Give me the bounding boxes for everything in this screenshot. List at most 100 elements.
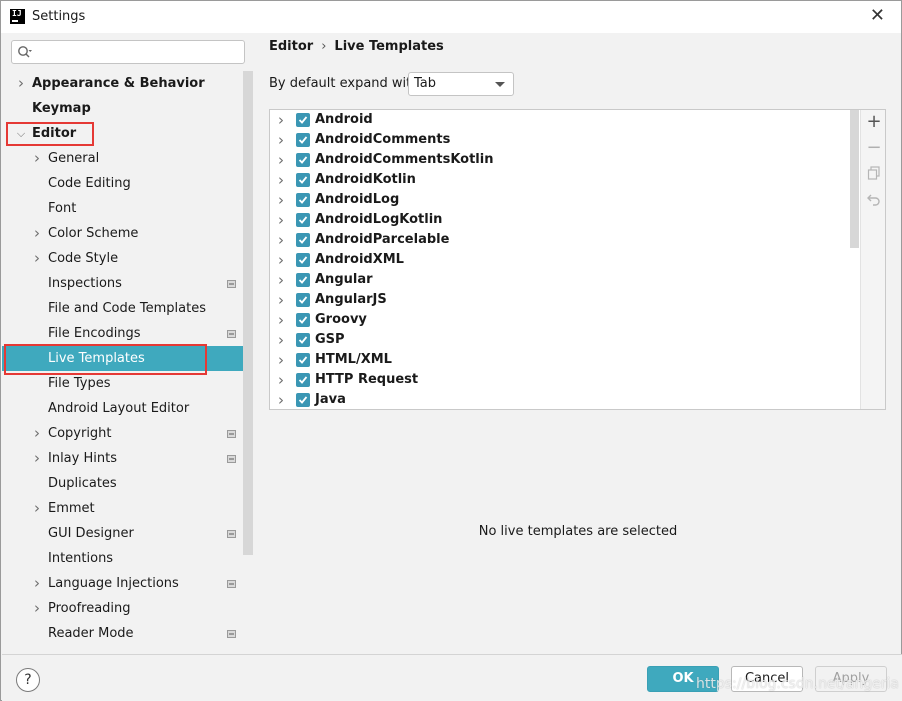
chevron-right-icon[interactable]: › xyxy=(278,270,284,290)
sidebar-scrollbar[interactable] xyxy=(243,71,253,555)
template-group-row[interactable]: › Android xyxy=(270,110,860,130)
chevron-right-icon[interactable]: › xyxy=(278,230,284,250)
template-group-row[interactable]: › AndroidKotlin xyxy=(270,170,860,190)
sidebar-item[interactable]: › Appearance & Behavior xyxy=(2,71,253,96)
remove-button[interactable]: − xyxy=(866,139,882,157)
sidebar-item[interactable]: File Encodings xyxy=(2,321,253,346)
watermark: https://blog.csdn.net/angeria xyxy=(696,676,899,692)
sidebar-item[interactable]: Inspections xyxy=(2,271,253,296)
checkbox-checked-icon[interactable] xyxy=(296,193,310,207)
sidebar-item[interactable]: Code Editing xyxy=(2,171,253,196)
dialog-footer: ? OK Cancel Apply https://blog.csdn.net/… xyxy=(2,654,902,701)
template-group-row[interactable]: › AndroidParcelable xyxy=(270,230,860,250)
chevron-right-icon[interactable]: › xyxy=(278,370,284,390)
no-selection-message: No live templates are selected xyxy=(254,524,902,539)
template-group-row[interactable]: › Angular xyxy=(270,270,860,290)
template-group-row[interactable]: › AngularJS xyxy=(270,290,860,310)
sidebar-item-label: Inspections xyxy=(48,276,122,291)
chevron-right-icon[interactable]: › xyxy=(32,421,42,446)
checkbox-checked-icon[interactable] xyxy=(296,293,310,307)
chevron-right-icon[interactable]: › xyxy=(16,71,26,96)
sidebar-item[interactable]: › General xyxy=(2,146,253,171)
template-group-label: Angular xyxy=(315,272,373,287)
sidebar-item[interactable]: › Inlay Hints xyxy=(2,446,253,471)
chevron-right-icon[interactable]: › xyxy=(278,110,284,130)
checkbox-checked-icon[interactable] xyxy=(296,213,310,227)
template-group-label: Android xyxy=(315,112,373,127)
template-group-row[interactable]: › AndroidComments xyxy=(270,130,860,150)
template-group-row[interactable]: › AndroidLogKotlin xyxy=(270,210,860,230)
chevron-right-icon[interactable]: › xyxy=(278,330,284,350)
title-bar: IJ Settings ✕ xyxy=(1,1,901,33)
add-button[interactable]: + xyxy=(866,113,882,131)
sidebar-item[interactable]: File and Code Templates xyxy=(2,296,253,321)
template-group-label: HTTP Request xyxy=(315,372,419,387)
template-group-row[interactable]: › HTTP Request xyxy=(270,370,860,390)
breadcrumb-current: Live Templates xyxy=(334,39,444,54)
chevron-right-icon[interactable]: › xyxy=(278,170,284,190)
template-group-label: AndroidCommentsKotlin xyxy=(315,152,494,167)
sidebar-item[interactable]: Duplicates xyxy=(2,471,253,496)
expand-with-select[interactable]: Tab xyxy=(408,72,514,96)
template-group-row[interactable]: › HTML/XML xyxy=(270,350,860,370)
sidebar-item[interactable]: GUI Designer xyxy=(2,521,253,546)
checkbox-checked-icon[interactable] xyxy=(296,113,310,127)
chevron-right-icon[interactable]: › xyxy=(278,290,284,310)
checkbox-checked-icon[interactable] xyxy=(296,333,310,347)
project-settings-icon xyxy=(227,530,236,538)
template-list-scrollbar[interactable] xyxy=(850,110,859,248)
checkbox-checked-icon[interactable] xyxy=(296,133,310,147)
checkbox-checked-icon[interactable] xyxy=(296,393,310,407)
template-group-row[interactable]: › Groovy xyxy=(270,310,860,330)
sidebar-item[interactable]: › Emmet xyxy=(2,496,253,521)
checkbox-checked-icon[interactable] xyxy=(296,353,310,367)
sidebar-item[interactable]: Reader Mode xyxy=(2,621,253,646)
chevron-right-icon[interactable]: › xyxy=(278,190,284,210)
template-group-row[interactable]: › AndroidCommentsKotlin xyxy=(270,150,860,170)
window-title: Settings xyxy=(32,9,86,24)
checkbox-checked-icon[interactable] xyxy=(296,373,310,387)
sidebar-item[interactable]: › Code Style xyxy=(2,246,253,271)
sidebar-item-label: Intentions xyxy=(48,551,114,566)
chevron-right-icon[interactable]: › xyxy=(278,390,284,409)
template-group-row[interactable]: › AndroidXML xyxy=(270,250,860,270)
search-input[interactable] xyxy=(11,40,245,64)
chevron-right-icon[interactable]: › xyxy=(32,571,42,596)
sidebar-item[interactable]: › Language Injections xyxy=(2,571,253,596)
template-group-row[interactable]: › GSP xyxy=(270,330,860,350)
chevron-right-icon[interactable]: › xyxy=(32,146,42,171)
sidebar-item[interactable]: › Copyright xyxy=(2,421,253,446)
chevron-right-icon[interactable]: › xyxy=(278,210,284,230)
chevron-right-icon[interactable]: › xyxy=(278,310,284,330)
sidebar-item[interactable]: Android Layout Editor xyxy=(2,396,253,421)
chevron-right-icon[interactable]: › xyxy=(32,446,42,471)
chevron-right-icon[interactable]: › xyxy=(32,596,42,621)
chevron-right-icon[interactable]: › xyxy=(32,221,42,246)
template-group-row[interactable]: › Java xyxy=(270,390,860,409)
close-icon[interactable]: ✕ xyxy=(870,6,885,26)
checkbox-checked-icon[interactable] xyxy=(296,313,310,327)
checkbox-checked-icon[interactable] xyxy=(296,153,310,167)
copy-icon[interactable] xyxy=(866,166,882,182)
template-group-label: HTML/XML xyxy=(315,352,392,367)
checkbox-checked-icon[interactable] xyxy=(296,173,310,187)
sidebar-item[interactable]: Font xyxy=(2,196,253,221)
checkbox-checked-icon[interactable] xyxy=(296,233,310,247)
sidebar-item[interactable]: Keymap xyxy=(2,96,253,121)
help-button[interactable]: ? xyxy=(16,668,40,692)
chevron-right-icon[interactable]: › xyxy=(278,350,284,370)
sidebar-item[interactable]: › Proofreading xyxy=(2,596,253,621)
checkbox-checked-icon[interactable] xyxy=(296,253,310,267)
chevron-right-icon[interactable]: › xyxy=(32,496,42,521)
chevron-right-icon[interactable]: › xyxy=(32,246,42,271)
settings-window: IJ Settings ✕ › Appearance & Behavior Keym… xyxy=(0,0,902,701)
chevron-right-icon[interactable]: › xyxy=(278,250,284,270)
chevron-right-icon[interactable]: › xyxy=(278,130,284,150)
template-group-row[interactable]: › AndroidLog xyxy=(270,190,860,210)
sidebar-item-label: Code Editing xyxy=(48,176,131,191)
undo-icon[interactable] xyxy=(866,192,882,208)
sidebar-item[interactable]: Intentions xyxy=(2,546,253,571)
checkbox-checked-icon[interactable] xyxy=(296,273,310,287)
sidebar-item[interactable]: › Color Scheme xyxy=(2,221,253,246)
chevron-right-icon[interactable]: › xyxy=(278,150,284,170)
